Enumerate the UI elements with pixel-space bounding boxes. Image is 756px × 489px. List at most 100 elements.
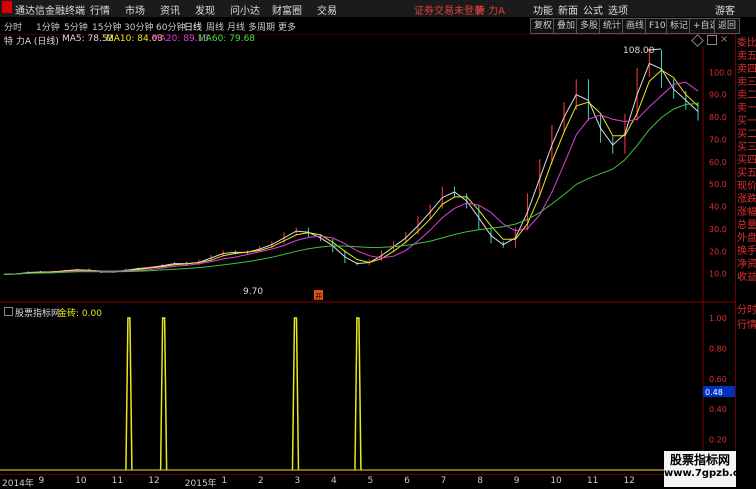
- sidebar-sell3[interactable]: 卖三: [737, 77, 756, 89]
- price-axis-label: 70.0: [709, 135, 727, 144]
- sidebar-sell2[interactable]: 卖二: [737, 90, 756, 102]
- indicator-current: 0.48: [705, 388, 723, 397]
- menu-shichang[interactable]: 市场: [125, 2, 145, 17]
- menu-faxian[interactable]: 发现: [195, 2, 215, 17]
- date-axis-label: 7: [440, 476, 447, 486]
- chart-settings-icon[interactable]: [691, 34, 704, 47]
- date-axis-label: 11: [586, 476, 599, 486]
- price-axis-label: 10.0: [709, 270, 727, 279]
- menu-caifuquan[interactable]: 财富圈: [272, 2, 302, 17]
- sidebar-buy3[interactable]: 买三: [737, 142, 756, 154]
- menu-gongneng[interactable]: 功能: [533, 2, 553, 17]
- app-name: 通达信金融终端: [15, 6, 85, 17]
- menu-xuanxiang[interactable]: 选项: [608, 2, 628, 17]
- low-annotation: 9.70: [243, 287, 263, 297]
- watermark-logo: 股票指标网 www.7gpzb.com: [664, 451, 756, 487]
- date-axis-label: 4: [331, 476, 337, 486]
- period-fenshi[interactable]: 分时: [4, 20, 22, 33]
- sidebar-buy1[interactable]: 买一: [737, 116, 756, 128]
- sidebar-change[interactable]: 涨跌: [737, 194, 756, 206]
- sidebar-fenshi[interactable]: 分时: [737, 305, 756, 317]
- date-axis-label: 2014年: [2, 479, 34, 489]
- period-30min[interactable]: 30分钟: [124, 20, 153, 33]
- period-15min[interactable]: 15分钟: [92, 20, 121, 33]
- date-axis-label: 3: [294, 476, 301, 486]
- indicator-axis-label: 0.20: [709, 436, 727, 445]
- date-axis-label: 1: [221, 476, 228, 486]
- menu-jiaoyi[interactable]: 交易: [317, 2, 337, 17]
- period-60min[interactable]: 60分钟: [156, 20, 185, 33]
- price-axis-label: 80.0: [709, 113, 727, 122]
- price-axis-label: 20.0: [709, 247, 727, 256]
- ma10-line: [3, 69, 699, 275]
- back-button[interactable]: 返回: [714, 18, 741, 34]
- sidebar-change-pct[interactable]: 涨幅: [737, 207, 756, 219]
- app-logo-icon: [2, 1, 12, 13]
- maximize-icon[interactable]: [707, 35, 717, 45]
- date-axis-label: 11: [111, 476, 124, 486]
- menu-xinmian[interactable]: 新面: [558, 2, 578, 17]
- indicator-axis-label: 1.00: [709, 314, 727, 323]
- price-axis-label: 30.0: [709, 225, 727, 234]
- sidebar-earnings[interactable]: 收益: [737, 272, 756, 284]
- quote-sidebar: 委比 卖五 卖四 卖三 卖二 卖一 买一 买二 买三 买四 买五 现价 涨跌 涨…: [735, 34, 756, 487]
- signal-spike: [125, 317, 133, 471]
- period-monthly[interactable]: 月线: [227, 20, 245, 33]
- sidebar-weibi[interactable]: 委比: [737, 38, 756, 50]
- indicator-axis-label: 0.40: [709, 405, 727, 414]
- sidebar-sell5[interactable]: 卖五: [737, 51, 756, 63]
- stock-name-title: 特 力A: [475, 6, 506, 17]
- high-annotation: 108.00: [623, 46, 655, 56]
- sidebar-sell4[interactable]: 卖四: [737, 64, 756, 76]
- ma20-line: [3, 81, 699, 275]
- date-axis: 2014年 9 10 11 12 2015年 1 2 3 4 5 6 7 8 9 10 11 12: [0, 474, 664, 489]
- menu-wenxiaoda[interactable]: 问小达: [230, 2, 260, 17]
- menu-hangqing[interactable]: 行情: [90, 2, 110, 17]
- sidebar-hangqing[interactable]: 行情: [737, 320, 756, 332]
- guest-label[interactable]: 游客: [715, 2, 735, 17]
- sidebar-sell1[interactable]: 卖一: [737, 103, 756, 115]
- period-1min[interactable]: 1分钟: [36, 20, 60, 33]
- date-axis-label: 10: [75, 476, 87, 486]
- indicator-axis-label: 0.80: [709, 344, 727, 353]
- login-status[interactable]: 证券交易未登录: [414, 2, 484, 17]
- ma60-line: [3, 103, 699, 275]
- date-axis-label: 2015年: [184, 479, 217, 489]
- menu-gongshi[interactable]: 公式: [583, 2, 603, 17]
- close-icon[interactable]: ×: [720, 34, 728, 45]
- event-marker: 开: [315, 293, 322, 301]
- menu-bar: 通达信金融终端 行情 市场 资讯 发现 问小达 财富圈 交易 证券交易未登录 特…: [0, 0, 756, 18]
- period-daily[interactable]: 日线: [184, 20, 202, 33]
- sidebar-buy5[interactable]: 买五: [737, 168, 756, 180]
- sidebar-volume[interactable]: 总量: [737, 220, 756, 232]
- sidebar-buy4[interactable]: 买四: [737, 155, 756, 167]
- sidebar-outer-disk[interactable]: 外盘: [737, 233, 756, 245]
- period-more[interactable]: 更多: [278, 20, 296, 33]
- indicator-menu-icon[interactable]: [4, 307, 13, 316]
- price-axis-label: 40.0: [709, 203, 727, 212]
- price-axis-label: 100.0: [709, 68, 732, 77]
- date-axis-label: 9: [38, 476, 45, 486]
- watermark-title: 股票指标网: [669, 453, 730, 467]
- date-axis-label: 10: [550, 476, 562, 486]
- period-weekly[interactable]: 周线: [206, 20, 224, 33]
- period-multi[interactable]: 多周期: [248, 20, 275, 33]
- indicator-name: 股票指标网: [15, 309, 61, 319]
- period-toolbar: 分时 1分钟 5分钟 15分钟 30分钟 60分钟 日线 周线 月线 多周期 更…: [0, 17, 756, 35]
- date-axis-label: 8: [477, 476, 483, 486]
- date-axis-label: 9: [513, 476, 520, 486]
- watermark-url: www.7gpzb.com: [664, 468, 756, 479]
- signal-spike: [159, 317, 168, 471]
- sidebar-price[interactable]: 现价: [737, 181, 756, 193]
- period-5min[interactable]: 5分钟: [64, 20, 88, 33]
- sidebar-turnover[interactable]: 换手: [737, 246, 756, 258]
- price-axis-label: 50.0: [709, 180, 727, 189]
- date-axis-label: 2: [257, 476, 264, 486]
- indicator-axis-label: 0.60: [709, 375, 727, 384]
- chart-canvas[interactable]: 100.0 90.0 80.0 70.0 60.0 50.0 40.0 30.0 20.0 10.…: [0, 46, 735, 474]
- date-axis-label: 12: [148, 476, 160, 486]
- menu-zixun[interactable]: 资讯: [160, 2, 180, 17]
- sidebar-buy2[interactable]: 买二: [737, 129, 756, 141]
- date-axis-label: 6: [404, 476, 410, 486]
- sidebar-net-assets[interactable]: 净资: [737, 259, 756, 271]
